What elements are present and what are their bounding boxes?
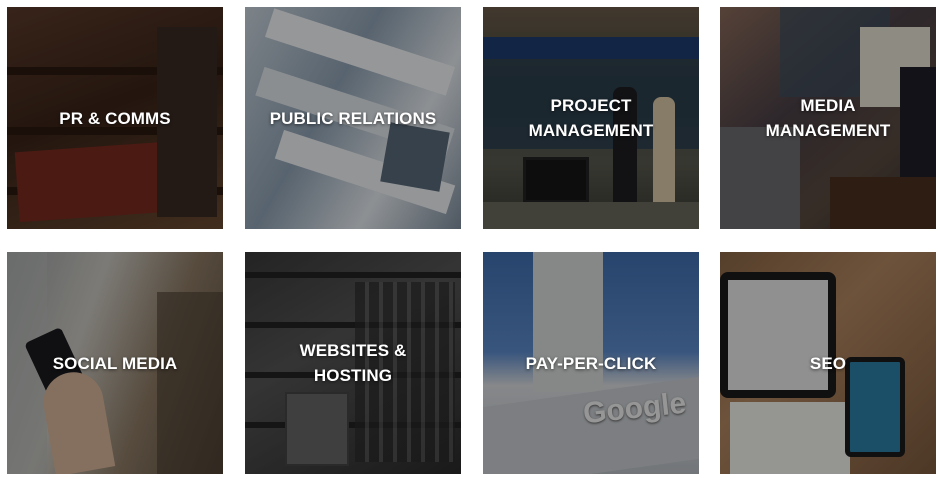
service-tile-public-relations[interactable]: PUBLIC RELATIONS <box>245 7 461 229</box>
service-tile-websites-hosting[interactable]: WEBSITES & HOSTING <box>245 252 461 474</box>
tile-label: MEDIA MANAGEMENT <box>765 96 891 140</box>
tile-label: PUBLIC RELATIONS <box>269 108 437 128</box>
tile-label: SOCIAL MEDIA <box>52 353 178 373</box>
service-tile-media-management[interactable]: MEDIA MANAGEMENT <box>720 7 936 229</box>
tile-label: SEO <box>809 353 847 373</box>
tile-label: PAY-PER-CLICK <box>525 353 657 373</box>
service-tile-social-media[interactable]: SOCIAL MEDIA <box>7 252 223 474</box>
tile-label: PR & COMMS <box>59 108 171 128</box>
service-tile-pr-comms[interactable]: PR & COMMS <box>7 7 223 229</box>
service-tile-seo[interactable]: SEO <box>720 252 936 474</box>
tile-label: WEBSITES & HOSTING <box>299 341 407 385</box>
service-tile-project-management[interactable]: PROJECT MANAGEMENT <box>483 7 699 229</box>
service-tile-pay-per-click[interactable]: Google PAY-PER-CLICK <box>483 252 699 474</box>
tile-label: PROJECT MANAGEMENT <box>528 96 654 140</box>
